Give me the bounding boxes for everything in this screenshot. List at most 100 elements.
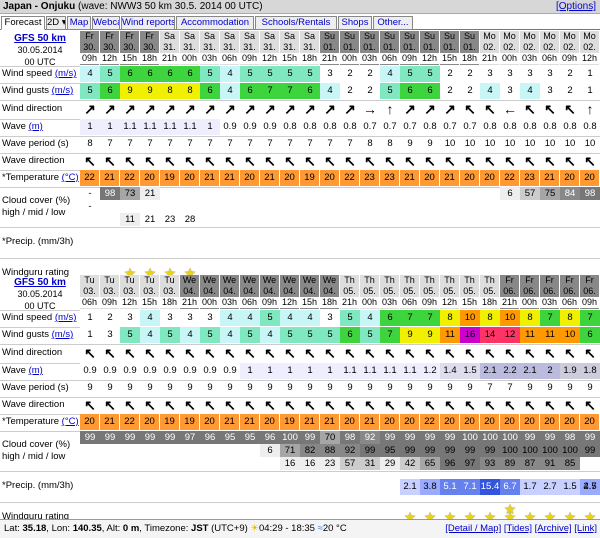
unit-link[interactable]: (°C) (62, 172, 79, 183)
wave-period-cell: 9 (107, 382, 113, 393)
unit-link[interactable]: (m/s) (55, 312, 77, 323)
day-label: Fr (585, 275, 594, 285)
tab-2d[interactable]: 2D ▾ (46, 16, 66, 30)
hour-label: 06h (400, 297, 419, 308)
wave-period-cell: 9 (247, 382, 253, 393)
cloud-mid-cell (220, 200, 240, 213)
label-text: Wave (2, 121, 26, 132)
time-column-header: Sa 31. 21h (160, 31, 179, 65)
date-label: 31. (263, 42, 276, 52)
time-column-header: Tu 03. 15h (140, 275, 159, 309)
wave-period-cell: 9 (367, 382, 373, 393)
temperature-cell: 20 (380, 414, 400, 430)
footer-link[interactable]: [Archive] (535, 523, 572, 534)
cloud-low-cell: 87 (520, 457, 540, 470)
hour-label: 00h (200, 297, 219, 308)
tab-webcams[interactable]: Webcams (92, 16, 120, 30)
wind-direction-arrow-cell: ↖ (364, 345, 376, 361)
model-link[interactable]: GFS 50 km (0, 277, 80, 288)
footer-link[interactable]: [Tides] (504, 523, 532, 534)
date-label: 01. (403, 42, 416, 52)
cloud-mid-cell: 99 (460, 444, 480, 457)
model-date: 30.05.2014 (17, 45, 63, 55)
cloud-mid-cell: 100 (520, 444, 540, 457)
wind-speed-cell: 2 (460, 66, 480, 82)
time-column-header: Th 05. 12h (440, 275, 459, 309)
footer-link[interactable]: [Link] (574, 523, 597, 534)
wind-gusts-cell: 1 (580, 83, 600, 99)
unit-link[interactable]: (m) (29, 365, 43, 376)
tab-wind-reports[interactable]: Wind reports (121, 16, 175, 30)
wind-direction-arrow-cell: ↖ (444, 345, 456, 361)
options-link[interactable]: [Options] (556, 1, 596, 12)
wind-gusts-cell: 6 (580, 327, 600, 343)
precipitation-cell (240, 479, 260, 495)
wind-speed-cell: 3 (320, 310, 340, 326)
precipitation-cell (400, 479, 420, 495)
footer-link[interactable]: [Detail / Map] (445, 523, 501, 534)
time-column-header: Su 01. 06h (380, 31, 399, 65)
tab-shops[interactable]: Shops (338, 16, 372, 30)
wave-height-cell: 1.1 (360, 363, 380, 379)
title-bar: Japan - Onjuku (wave: NWW3 50 km 30.5. 2… (0, 0, 600, 14)
tab-other[interactable]: Other... (373, 16, 413, 30)
wave-period-cell: 9 (467, 382, 473, 393)
time-column-header: Sa 31. 06h (220, 31, 239, 65)
wave-height-cell: 0.7 (440, 119, 460, 135)
wave-period-cell: 9 (587, 382, 593, 393)
tab-forecast[interactable]: Forecast (1, 16, 45, 30)
wave-period-cell: 9 (87, 382, 93, 393)
wind-gusts-cell: 2 (340, 83, 360, 99)
cloud-mid-cell (160, 444, 180, 457)
wind-gusts-cell: 9 (420, 327, 440, 343)
unit-link[interactable]: (°C) (62, 416, 79, 427)
tab-accommodation[interactable]: Accommodation (176, 16, 254, 30)
cloud-mid-cell (560, 200, 580, 213)
cloud-low-cell (500, 213, 520, 226)
precipitation-cell (560, 479, 580, 495)
wind-direction-arrow-cell: ↖ (404, 345, 416, 361)
time-column-header: Su 01. 15h (440, 31, 459, 65)
temperature-cell: 21 (220, 414, 240, 430)
wave-period-cell: 10 (444, 138, 456, 149)
precip-label: *Precip. (mm/3h) (2, 471, 73, 501)
wave-direction-arrow-cell: ↖ (224, 397, 236, 413)
unit-link[interactable]: (m/s) (55, 68, 77, 79)
wind-gusts-cell: 4 (140, 327, 160, 343)
wave-height-cell: 2.2 (500, 363, 520, 379)
wave-height-cell: 2.1 (480, 363, 500, 379)
cloud-mid-cell (300, 200, 320, 213)
wave-height-cell: 0.9 (180, 363, 200, 379)
temperature-cell: 20 (440, 414, 460, 430)
wave-height-cell: 0.8 (420, 119, 440, 135)
tab-schools-rentals[interactable]: Schools/Rentals (255, 16, 337, 30)
unit-link[interactable]: (m) (29, 121, 43, 132)
unit-link[interactable]: (m/s) (52, 329, 74, 340)
wind-speed-cell: 5 (340, 310, 360, 326)
wind-gusts-cell: 6 (300, 83, 320, 99)
wind-direction-arrow-cell: ↖ (84, 345, 96, 361)
wave-period-cell: 7 (107, 138, 113, 149)
day-label: We (202, 275, 217, 285)
wind-speed-cell: 3 (160, 310, 180, 326)
wave-height-cell: 1.1 (140, 119, 160, 135)
wind-direction-arrow-cell: ↗ (224, 101, 236, 117)
day-label: Th (384, 275, 395, 285)
cloud-low-cell (180, 457, 200, 470)
precipitation-cell (420, 235, 440, 251)
wind-gusts-cell: 14 (480, 327, 500, 343)
day-label: Th (444, 275, 455, 285)
wave-period-cell: 9 (327, 382, 333, 393)
unit-link[interactable]: (m/s) (52, 85, 74, 96)
wind-direction-arrow-cell: ↗ (284, 101, 296, 117)
wave-height-cell: 0.9 (220, 119, 240, 135)
tab-map[interactable]: Map (67, 16, 91, 30)
model-link[interactable]: GFS 50 km (0, 33, 80, 44)
temperature-cell: 20 (460, 414, 480, 430)
date-label: 31. (223, 42, 236, 52)
cloud-mid-cell (100, 444, 120, 457)
temperature-cell: 22 (340, 170, 360, 186)
wind-direction-arrow-cell: ↗ (184, 101, 196, 117)
wind-speed-cell: 6 (120, 66, 140, 82)
wave-period-cell: 9 (267, 382, 273, 393)
